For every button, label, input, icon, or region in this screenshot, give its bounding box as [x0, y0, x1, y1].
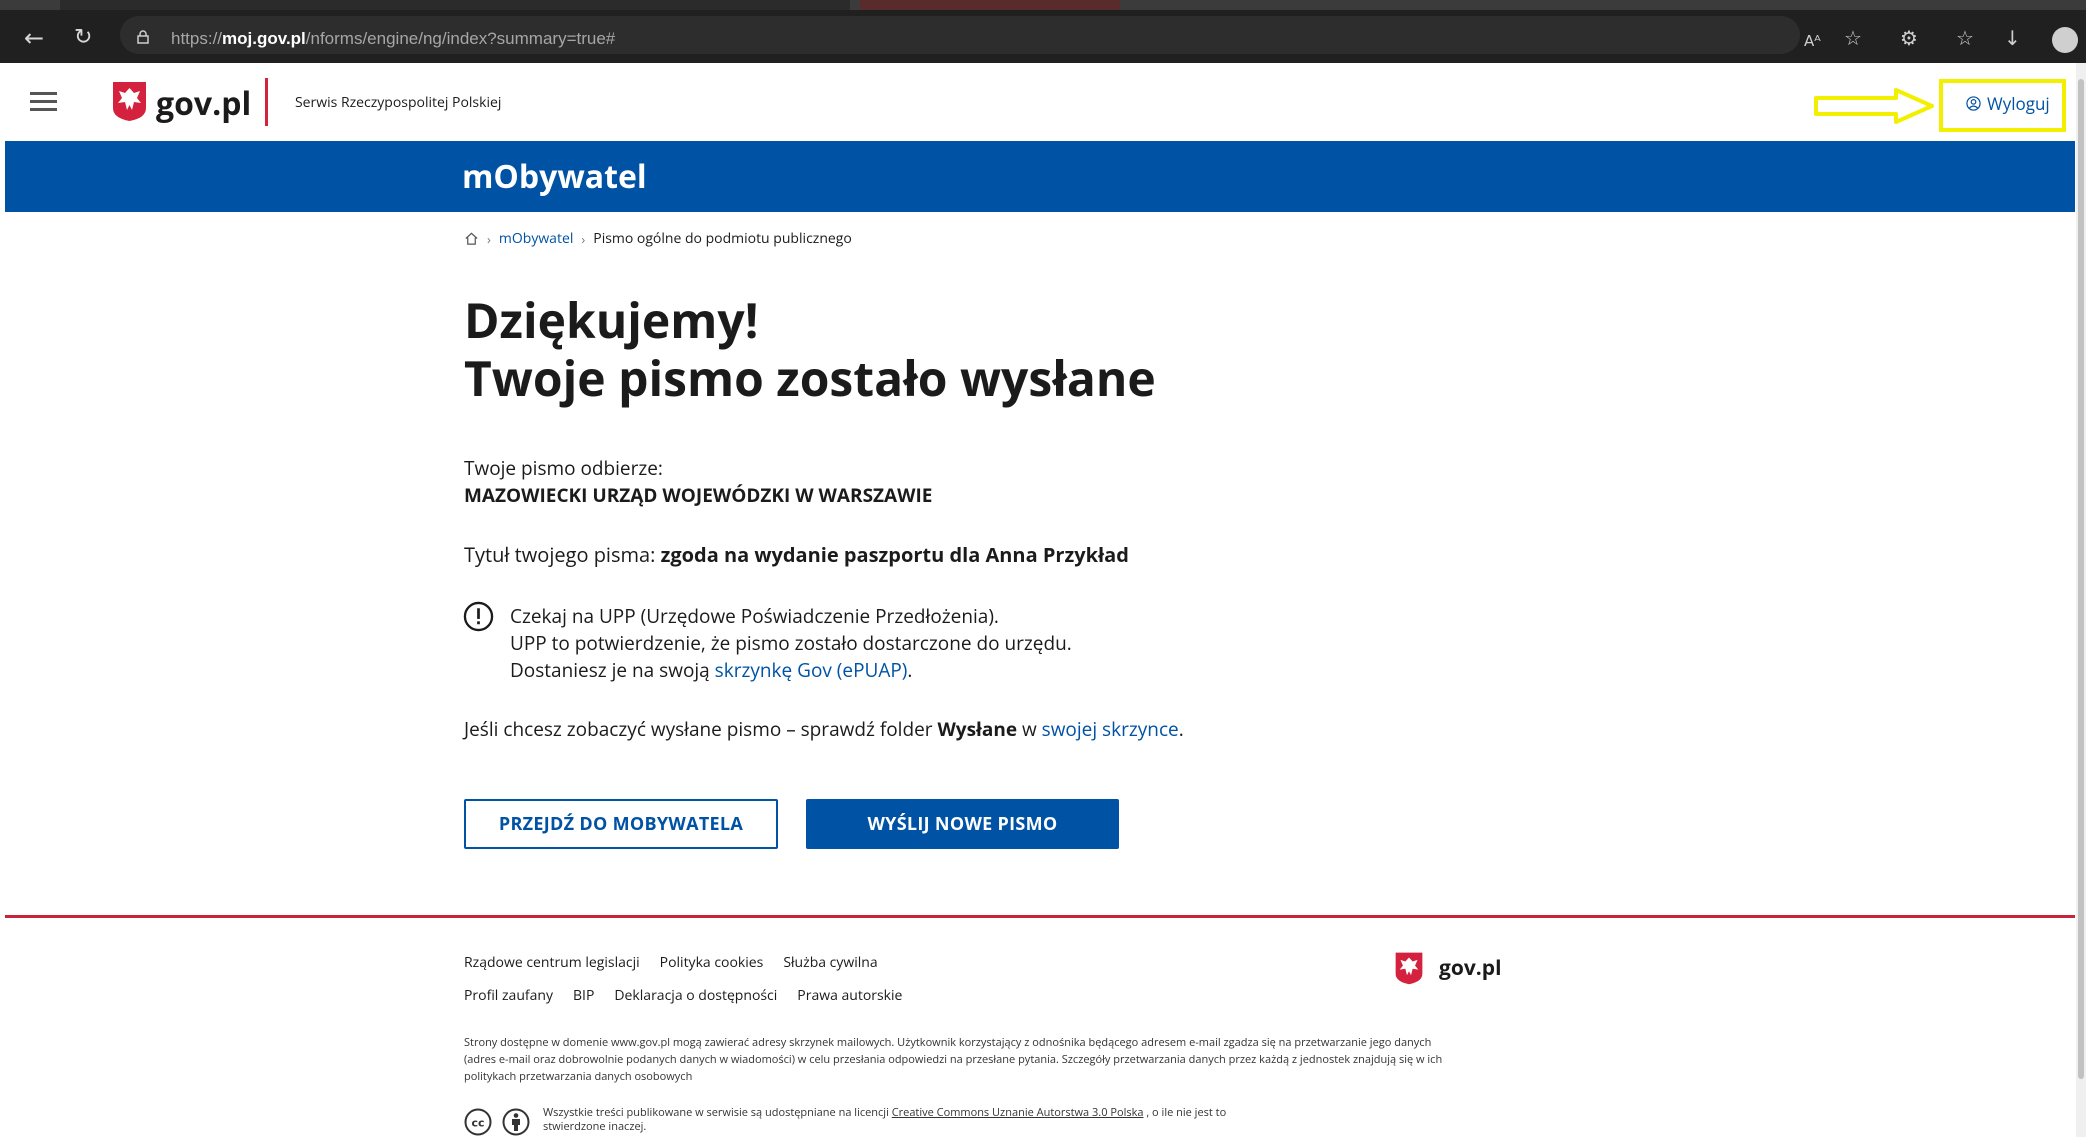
page-title-line2: Twoje pismo zostało wysłane: [464, 346, 1156, 411]
footer-link-trusted-profile[interactable]: Profil zaufany: [464, 986, 553, 1005]
footer-links-row1: Rządowe centrum legislacji Polityka cook…: [464, 953, 878, 972]
service-title: mObywatel: [462, 155, 647, 198]
exclamation-circle-icon: [463, 601, 494, 632]
epuap-inbox-link[interactable]: skrzynkę Gov (ePUAP): [715, 657, 908, 683]
breadcrumb: › mObywatel › Pismo ogólne do podmiotu p…: [464, 229, 852, 248]
sent-hint-middle: w: [1017, 716, 1042, 742]
footer-link-bip[interactable]: BIP: [573, 986, 594, 1005]
lock-icon[interactable]: [136, 30, 150, 44]
footer-eagle-emblem-icon[interactable]: [1394, 951, 1424, 985]
breadcrumb-link-mobywatel[interactable]: mObywatel: [499, 229, 573, 248]
creative-commons-icon: cc: [464, 1108, 492, 1136]
footer-license-text: Wszystkie treści publikowane w serwisie …: [543, 1106, 1243, 1134]
footer-link-copyright[interactable]: Prawa autorskie: [797, 986, 902, 1005]
license-prefix: Wszystkie treści publikowane w serwisie …: [543, 1105, 892, 1120]
footer-divider: [5, 915, 2075, 918]
letter-title-line: Tytuł twojego pisma: zgoda na wydanie pa…: [464, 542, 1129, 568]
recipient-name: MAZOWIECKI URZĄD WOJEWÓDZKI W WARSZAWIE: [464, 482, 933, 508]
sent-folder-hint: Jeśli chcesz zobaczyć wysłane pismo – sp…: [464, 716, 1184, 742]
license-link[interactable]: Creative Commons Uznanie Autorstwa 3.0 P…: [892, 1105, 1144, 1120]
browser-tab[interactable]: [600, 0, 850, 10]
browser-tab-active[interactable]: [860, 0, 1120, 10]
browser-tab[interactable]: [60, 0, 600, 10]
scrollbar-thumb[interactable]: [2078, 79, 2084, 1079]
sent-hint-suffix: .: [1178, 716, 1184, 742]
footer-link-rcl[interactable]: Rządowe centrum legislacji: [464, 953, 640, 972]
sent-hint-text: Jeśli chcesz zobaczyć wysłane pismo – sp…: [464, 716, 938, 742]
highlight-arrow-annotation: [1814, 88, 1934, 124]
footer-links-row2: Profil zaufany BIP Deklaracja o dostępno…: [464, 986, 902, 1005]
letter-title-label: Tytuł twojego pisma:: [464, 541, 661, 568]
reload-icon[interactable]: ↻: [74, 26, 92, 50]
upp-info-line3: Dostaniesz je na swoją skrzynkę Gov (ePU…: [510, 657, 912, 683]
attribution-icon: [502, 1108, 530, 1136]
browser-tab-strip: [0, 0, 2086, 10]
favorite-star-icon[interactable]: ☆: [1844, 28, 1862, 48]
extensions-icon[interactable]: ⚙: [1900, 28, 1918, 48]
upp-info-line3-suffix: .: [907, 657, 913, 683]
home-icon[interactable]: [464, 231, 479, 246]
logout-button[interactable]: Wyloguj: [1966, 92, 2050, 115]
go-to-mobywatel-button[interactable]: PRZEJDŹ DO MOBYWATELA: [464, 799, 778, 849]
recipient-label: Twoje pismo odbierze:: [464, 455, 663, 481]
sent-folder-name: Wysłane: [937, 716, 1018, 742]
footer-disclaimer: Strony dostępne w domenie www.gov.pl mog…: [464, 1035, 1443, 1084]
page-title-line1: Dziękujemy!: [464, 288, 759, 353]
site-subtitle: Serwis Rzeczypospolitej Polskiej: [295, 93, 502, 112]
my-inbox-link[interactable]: swojej skrzynce: [1042, 716, 1179, 742]
upp-info-line2: UPP to potwierdzenie, że pismo zostało d…: [510, 630, 1072, 656]
service-banner: [5, 141, 2075, 212]
breadcrumb-current: Pismo ogólne do podmiotu publicznego: [593, 229, 852, 248]
hamburger-menu-icon[interactable]: [30, 92, 57, 112]
back-arrow-icon[interactable]: ←: [24, 26, 44, 50]
gov-pl-logo-text[interactable]: gov.pl: [156, 82, 251, 125]
polish-eagle-emblem-icon[interactable]: [111, 80, 148, 122]
chevron-right-icon: ›: [581, 229, 586, 248]
url-text[interactable]: https://moj.gov.pl/nforms/engine/ng/inde…: [171, 29, 615, 49]
logo-divider: [265, 78, 268, 126]
favorites-list-icon[interactable]: ☆: [1956, 28, 1974, 48]
upp-info-line3-text: Dostaniesz je na swoją: [510, 657, 715, 683]
logout-label: Wyloguj: [1987, 92, 2050, 115]
download-icon[interactable]: ↓: [2004, 28, 2021, 48]
chevron-right-icon: ›: [487, 229, 491, 248]
footer-link-cookies[interactable]: Polityka cookies: [660, 953, 764, 972]
letter-title-value: zgoda na wydanie paszportu dla Anna Przy…: [660, 541, 1129, 568]
page-scrollbar[interactable]: [2076, 63, 2086, 1137]
svg-text:cc: cc: [471, 1117, 484, 1130]
profile-avatar-icon[interactable]: [2052, 27, 2078, 53]
send-new-letter-button[interactable]: WYŚLIJ NOWE PISMO: [806, 799, 1119, 849]
footer-link-civil-service[interactable]: Służba cywilna: [783, 953, 877, 972]
footer-gov-pl-logo-text[interactable]: gov.pl: [1439, 954, 1502, 982]
user-circle-icon: [1966, 96, 1981, 111]
upp-info-line1: Czekaj na UPP (Urzędowe Poświadczenie Pr…: [510, 603, 999, 629]
footer-link-accessibility[interactable]: Deklaracja o dostępności: [614, 986, 777, 1005]
read-aloud-icon[interactable]: Aᴬ: [1804, 31, 1821, 51]
